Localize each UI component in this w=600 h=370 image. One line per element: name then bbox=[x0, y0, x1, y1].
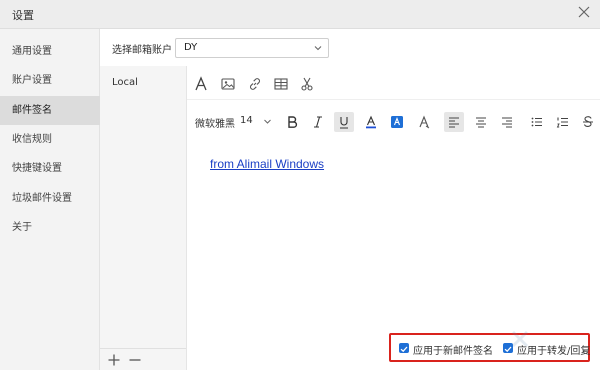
account-select[interactable]: DY bbox=[175, 38, 329, 58]
align-right-icon[interactable] bbox=[497, 112, 517, 132]
signature-content-link[interactable]: from Alimail Windows bbox=[210, 157, 324, 171]
align-center-icon[interactable] bbox=[471, 112, 491, 132]
title-bar: 设置 bbox=[0, 0, 600, 29]
checkbox-checked[interactable] bbox=[503, 343, 513, 353]
settings-sidebar: 通用设置 账户设置 邮件签名 收信规则 快捷键设置 垃圾邮件设置 关于 bbox=[0, 29, 100, 370]
strikethrough-icon[interactable] bbox=[579, 112, 597, 132]
image-icon[interactable] bbox=[220, 76, 236, 92]
format-toolbar: 微软雅黑 14 bbox=[187, 104, 600, 138]
sidebar-item-general[interactable]: 通用设置 bbox=[0, 37, 100, 66]
apply-options: 应用于新邮件签名 应用于转发/回复 bbox=[389, 333, 590, 362]
apply-reply-forward-label: 应用于转发/回复 bbox=[517, 346, 591, 357]
minus-icon[interactable] bbox=[128, 353, 142, 367]
underline-icon[interactable] bbox=[334, 112, 354, 132]
bold-icon[interactable] bbox=[282, 112, 302, 132]
numbered-list-icon[interactable] bbox=[553, 112, 573, 132]
italic-icon[interactable] bbox=[308, 112, 328, 132]
plus-icon[interactable] bbox=[107, 353, 121, 367]
font-color-icon[interactable] bbox=[361, 112, 381, 132]
sidebar-item-account[interactable]: 账户设置 bbox=[0, 66, 100, 95]
sidebar-item-spam[interactable]: 垃圾邮件设置 bbox=[0, 184, 100, 213]
close-icon[interactable] bbox=[577, 5, 591, 19]
sidebar-item-rules[interactable]: 收信规则 bbox=[0, 125, 100, 154]
clear-format-icon[interactable] bbox=[414, 112, 434, 132]
chevron-down-icon bbox=[264, 119, 271, 124]
checkbox-checked[interactable] bbox=[399, 343, 409, 353]
font-family-select[interactable]: 微软雅黑 bbox=[195, 115, 235, 130]
sidebar-item-about[interactable]: 关于 bbox=[0, 213, 100, 242]
table-icon[interactable] bbox=[273, 76, 289, 92]
insert-toolbar bbox=[187, 66, 600, 100]
chevron-down-icon bbox=[314, 46, 322, 51]
signature-list: Local bbox=[100, 66, 187, 370]
window-title: 设置 bbox=[12, 9, 34, 22]
highlight-icon[interactable] bbox=[387, 112, 407, 132]
account-row: 选择邮箱账户 DY bbox=[100, 29, 600, 66]
link-icon[interactable] bbox=[247, 76, 263, 92]
account-select-value: DY bbox=[184, 42, 198, 53]
signature-list-footer bbox=[100, 348, 186, 370]
font-size-select[interactable]: 14 bbox=[240, 115, 253, 126]
account-label: 选择邮箱账户 bbox=[112, 45, 172, 56]
align-left-icon[interactable] bbox=[444, 112, 464, 132]
signature-editor: 微软雅黑 14 from Alimail Windows bbox=[187, 66, 600, 370]
bullet-list-icon[interactable] bbox=[527, 112, 547, 132]
apply-new-mail-label: 应用于新邮件签名 bbox=[413, 346, 493, 357]
signature-item[interactable]: Local bbox=[100, 70, 186, 96]
text-icon[interactable] bbox=[193, 76, 209, 92]
sidebar-item-signature[interactable]: 邮件签名 bbox=[0, 96, 100, 125]
scissors-icon[interactable] bbox=[299, 76, 315, 92]
sidebar-item-shortcuts[interactable]: 快捷键设置 bbox=[0, 154, 100, 183]
